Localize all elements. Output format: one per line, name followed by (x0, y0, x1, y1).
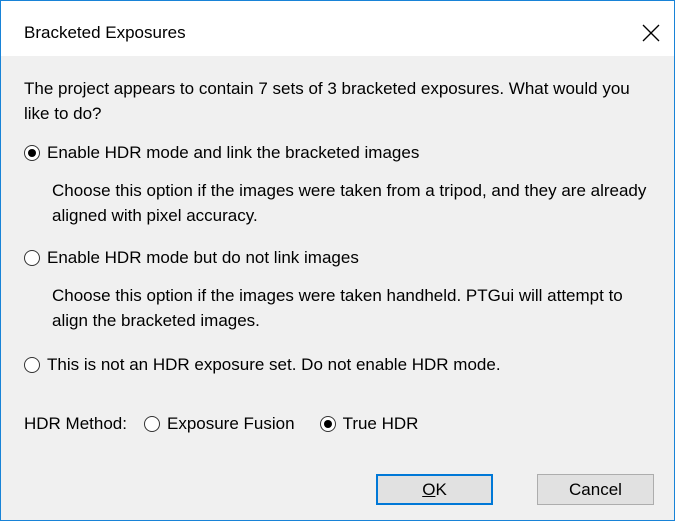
option-description: Choose this option if the images were ta… (52, 286, 623, 330)
hdr-method-label: HDR Method: (24, 414, 127, 433)
option-label: Enable HDR mode but do not link images (47, 248, 359, 267)
bracketed-exposures-dialog: Bracketed Exposures The project appears … (0, 0, 675, 521)
close-button[interactable] (628, 15, 674, 51)
cancel-button[interactable]: Cancel (537, 474, 654, 505)
radio-button[interactable] (319, 416, 336, 432)
ok-mnemonic: O (422, 479, 436, 499)
ok-button[interactable]: OK (376, 474, 493, 505)
method-label-text: True HDR (342, 414, 419, 433)
option-no-link[interactable]: Enable HDR mode but do not link images (24, 248, 359, 268)
method-true-hdr[interactable]: True HDR (319, 414, 419, 434)
radio-button[interactable] (24, 250, 40, 266)
dialog-content: The project appears to contain 7 sets of… (1, 56, 674, 520)
dialog-title: Bracketed Exposures (24, 23, 186, 42)
method-label-text: Exposure Fusion (166, 414, 295, 433)
radio-button[interactable] (24, 145, 40, 161)
option-not-hdr[interactable]: This is not an HDR exposure set. Do not … (24, 355, 501, 375)
close-icon (642, 24, 660, 42)
option-label: Enable HDR mode and link the bracketed i… (47, 143, 420, 162)
radio-button[interactable] (24, 357, 40, 373)
hdr-method-row: HDR Method: Exposure Fusion True HDR (24, 414, 443, 434)
ok-label-rest: K (435, 479, 447, 499)
title-bar: Bracketed Exposures (1, 1, 674, 56)
method-exposure-fusion[interactable]: Exposure Fusion (143, 414, 295, 434)
radio-button[interactable] (143, 416, 160, 432)
intro-text: The project appears to contain 7 sets of… (24, 79, 630, 123)
option-description: Choose this option if the images were ta… (52, 181, 647, 225)
option-label: This is not an HDR exposure set. Do not … (47, 355, 501, 374)
option-link-bracketed[interactable]: Enable HDR mode and link the bracketed i… (24, 143, 419, 163)
